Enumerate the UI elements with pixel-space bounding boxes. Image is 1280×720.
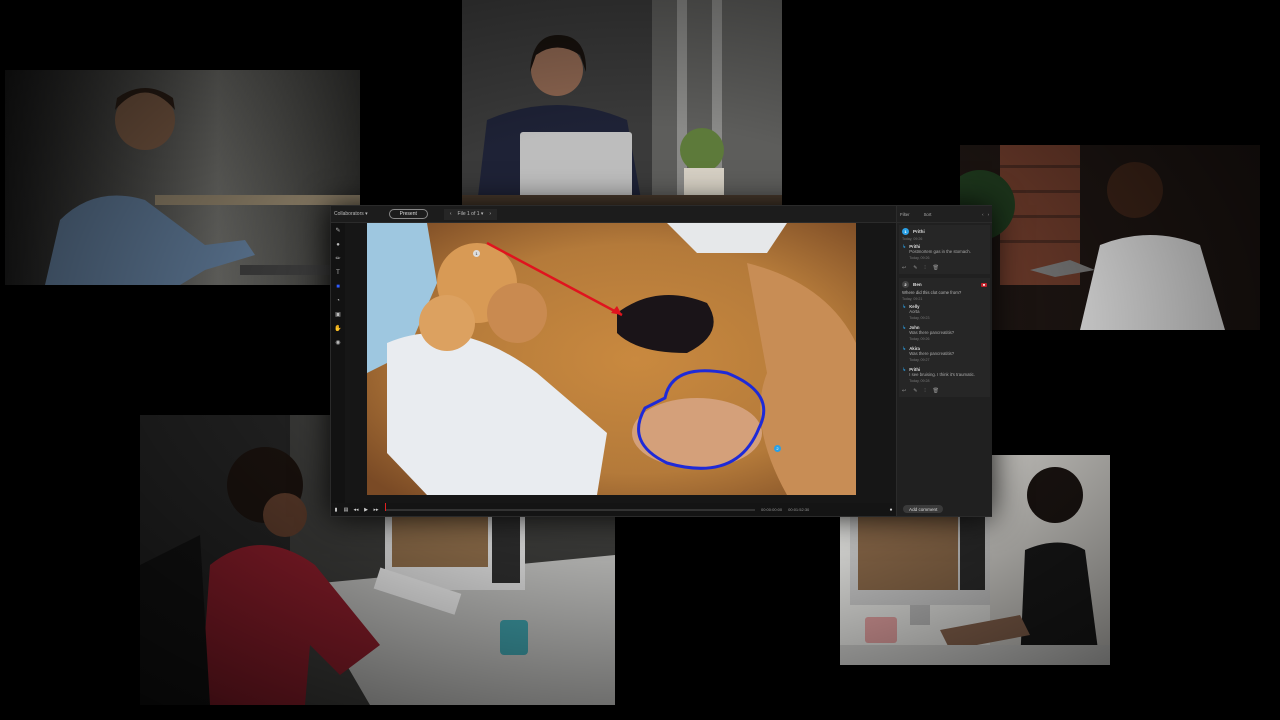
pen-icon[interactable]: ●	[334, 241, 342, 249]
reply-icon: ↳	[902, 304, 907, 310]
collaborators-dropdown[interactable]: Collaborators ▾	[334, 211, 368, 217]
comment-text: Where did this clot come from?	[902, 290, 962, 295]
reply-icon: ↳	[902, 244, 907, 250]
reply-text: I see bruising. I think it's traumatic.	[909, 372, 975, 377]
comment-number: 2	[902, 281, 909, 288]
timeline-scrubber[interactable]	[385, 502, 755, 511]
reply-item: ↳ John Was there pancreatitis? Today, 09:26	[902, 325, 987, 343]
comments-header: Filter Sort ‹ ›	[897, 206, 992, 223]
reply-item: ↳ Prithi Postmortem gas in the stomach. …	[902, 244, 987, 262]
comment-number: 1	[902, 228, 909, 235]
comment-author: Prithi	[913, 229, 925, 234]
reply-text: Was there pancreatitis?	[909, 330, 955, 335]
reply-text: Postmortem gas in the stomach.	[909, 249, 971, 254]
comment-time: Today, 09:26	[902, 237, 923, 241]
square-icon[interactable]: ■	[334, 283, 342, 291]
delete-icon[interactable]: 🗑	[933, 265, 939, 271]
shape-icon[interactable]: ◔	[334, 297, 342, 305]
comments-panel: Filter Sort ‹ › 1 Prithi Today, 09:26 ↳ P…	[896, 206, 992, 516]
timecode-current: 00:00:00:00	[761, 507, 783, 512]
comment-actions: ↩ ✎ ⫶ 🗑	[902, 265, 987, 271]
top-toolbar: Collaborators ▾ Present ‹ File 1 of 1 ▾ …	[331, 206, 896, 223]
reply-time: Today, 09:26	[909, 337, 930, 341]
reply-time: Today, 09:28	[909, 379, 930, 383]
timecode-total: 00:01:52:30	[788, 507, 810, 512]
file-selector[interactable]: File 1 of 1 ▾	[458, 211, 484, 217]
tool-sidebar: ✎ ● ✏ T ■ ◔ ▣ ✋ ◉	[331, 223, 345, 507]
filter-dropdown[interactable]: Filter	[900, 212, 910, 217]
attach-icon[interactable]: ⫶	[924, 388, 925, 394]
delete-icon[interactable]: 🗑	[933, 388, 939, 394]
reply-text: Aorta	[909, 309, 920, 314]
comment-thread-2[interactable]: 2 Ben ■ Where did this clot come from? Tod…	[899, 278, 990, 397]
present-button[interactable]: Present	[388, 209, 428, 219]
reply-item: ↳ Akira Was there pancreatitis? Today, 09:2…	[902, 346, 987, 364]
captions-icon[interactable]: ▤	[341, 507, 351, 513]
sort-dropdown[interactable]: Sort	[924, 212, 932, 217]
review-app-window: Collaborators ▾ Present ‹ File 1 of 1 ▾ …	[330, 205, 992, 517]
playback-bar: ▮ ▤ ◂◂ ▶ ▸▸ 00:00:00:00 00:01:52:30 ●	[331, 502, 896, 516]
edit-icon[interactable]: ✎	[913, 265, 917, 271]
play-icon[interactable]: ▶	[361, 507, 371, 513]
photo-man-tablet	[960, 145, 1260, 330]
crop-icon[interactable]: ▣	[334, 311, 342, 319]
file-navigator: ‹ File 1 of 1 ▾ ›	[443, 208, 498, 220]
comment-time: Today, 09:21	[902, 297, 923, 301]
reply-icon: ↳	[902, 367, 907, 373]
volume-icon[interactable]: ●	[886, 507, 896, 513]
attach-icon[interactable]: ⫶	[924, 265, 925, 271]
comment-actions: ↩ ✎ ⫶ 🗑	[902, 388, 987, 394]
photo-man-headset	[5, 70, 360, 285]
reply-time: Today, 09:26	[909, 256, 930, 260]
reply-button-icon[interactable]: ↩	[902, 265, 906, 271]
chevron-left-icon[interactable]: ‹	[982, 212, 983, 217]
comment-marker-2[interactable]: 2	[774, 445, 781, 452]
prev-file-icon[interactable]: ‹	[450, 211, 452, 217]
reply-button-icon[interactable]: ↩	[902, 388, 906, 394]
forward-icon[interactable]: ▸▸	[371, 507, 381, 513]
media-viewer[interactable]: 1 2	[367, 223, 856, 495]
pencil-icon[interactable]: ✎	[334, 227, 342, 235]
reply-item: ↳ Kelly Aorta Today, 09:23	[902, 304, 987, 322]
add-comment-button[interactable]: Add comment	[903, 505, 944, 513]
playhead[interactable]	[385, 502, 386, 511]
comment-author: Ben	[913, 282, 922, 287]
brush-icon[interactable]: ✏	[334, 255, 342, 263]
reply-text: Was there pancreatitis?	[909, 351, 955, 356]
text-icon[interactable]: T	[334, 269, 342, 277]
edit-icon[interactable]: ✎	[913, 388, 917, 394]
next-file-icon[interactable]: ›	[489, 211, 491, 217]
reply-time: Today, 09:27	[909, 358, 930, 362]
chevron-right-icon[interactable]: ›	[988, 212, 989, 217]
hand-icon[interactable]: ✋	[334, 325, 342, 333]
reply-time: Today, 09:23	[909, 316, 930, 320]
comment-marker-1[interactable]: 1	[473, 250, 480, 257]
reply-icon: ↳	[902, 346, 907, 352]
frame-icon[interactable]: ▮	[331, 507, 341, 513]
reply-item: ↳ Prithi I see bruising. I think it's trau…	[902, 367, 987, 385]
status-badge: ■	[980, 282, 987, 287]
comment-thread-1[interactable]: 1 Prithi Today, 09:26 ↳ Prithi Postmortem…	[899, 225, 990, 274]
rewind-icon[interactable]: ◂◂	[351, 507, 361, 513]
eye-icon[interactable]: ◉	[334, 339, 342, 347]
reply-icon: ↳	[902, 325, 907, 331]
photo-woman-laptop	[462, 0, 782, 205]
